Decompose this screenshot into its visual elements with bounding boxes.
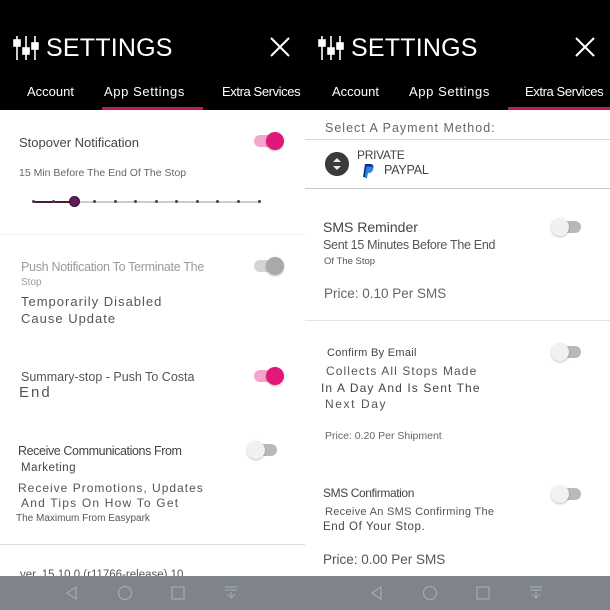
summary-stop-toggle[interactable] bbox=[254, 365, 284, 385]
tab-bar: Account App Settings Extra Services bbox=[305, 78, 610, 110]
slider-tick[interactable] bbox=[257, 200, 261, 203]
push-terminate-toggle[interactable] bbox=[254, 255, 284, 275]
sms-reminder-price: Price: 0.10 Per SMS bbox=[324, 286, 447, 301]
temporarily-disabled-note: Temporarily Disabled bbox=[21, 294, 163, 309]
sliders-icon bbox=[13, 36, 39, 60]
summary-stop-label-cont: End bbox=[19, 384, 52, 401]
slider-tick[interactable] bbox=[31, 200, 35, 203]
stopover-timing-label: 15 Min Before The End Of The Stop bbox=[19, 167, 187, 179]
sms-confirmation-description-cont: End Of Your Stop. bbox=[323, 521, 426, 533]
settings-header: SETTINGS Account App Settings Extra Serv… bbox=[0, 0, 305, 110]
section-divider bbox=[305, 188, 610, 189]
recents-icon[interactable] bbox=[474, 584, 492, 602]
push-terminate-label: Push Notification To Terminate The bbox=[21, 260, 204, 274]
slider-thumb[interactable] bbox=[68, 196, 80, 207]
page-title: SETTINGS bbox=[351, 33, 478, 62]
slider-tick[interactable] bbox=[236, 200, 240, 203]
stopover-notification-label: Stopover Notification bbox=[19, 135, 139, 150]
slider-tick[interactable] bbox=[134, 200, 138, 203]
confirm-email-description-end: Next Day bbox=[325, 397, 388, 411]
tab-account[interactable]: Account bbox=[332, 84, 379, 99]
tab-app-settings[interactable]: App Settings bbox=[409, 84, 490, 99]
sms-reminder-toggle[interactable] bbox=[551, 216, 583, 236]
confirm-email-toggle[interactable] bbox=[551, 341, 583, 361]
marketing-description-end: The Maximum From Easypark bbox=[16, 513, 150, 524]
slider-tick[interactable] bbox=[154, 200, 158, 203]
section-divider bbox=[0, 234, 305, 235]
confirm-email-description-cont: In A Day And Is Sent The bbox=[321, 381, 481, 395]
app-settings-list: Stopover Notification 15 Min Before The … bbox=[0, 110, 305, 581]
system-nav-bar bbox=[305, 576, 610, 610]
section-divider bbox=[305, 320, 610, 321]
page-title: SETTINGS bbox=[46, 33, 173, 62]
marketing-toggle[interactable] bbox=[247, 439, 279, 459]
recents-icon[interactable] bbox=[169, 584, 187, 602]
close-icon[interactable] bbox=[269, 36, 291, 58]
tab-extra-services[interactable]: Extra Services bbox=[222, 84, 301, 99]
paypal-icon bbox=[363, 164, 374, 178]
app-settings-screen: SETTINGS Account App Settings Extra Serv… bbox=[0, 0, 305, 610]
notification-pull-icon[interactable] bbox=[527, 584, 545, 602]
extra-services-list: Select A Payment Method: PRIVATE PAYPAL … bbox=[305, 110, 610, 576]
marketing-label-cont: Marketing bbox=[21, 462, 76, 474]
section-divider bbox=[305, 139, 610, 140]
sliders-icon bbox=[318, 36, 344, 60]
back-icon[interactable] bbox=[63, 584, 81, 602]
tab-app-settings[interactable]: App Settings bbox=[104, 84, 185, 99]
marketing-description-cont: And Tips On How To Get bbox=[21, 496, 180, 510]
slider-tick[interactable] bbox=[93, 200, 97, 203]
sms-confirmation-toggle[interactable] bbox=[551, 483, 583, 503]
marketing-description: Receive Promotions, Updates bbox=[18, 481, 204, 495]
extra-services-screen: SETTINGS Account App Settings Extra Serv… bbox=[305, 0, 610, 610]
tab-account[interactable]: Account bbox=[27, 84, 74, 99]
confirm-email-description: Collects All Stops Made bbox=[326, 364, 478, 378]
marketing-label: Receive Communications From bbox=[18, 444, 182, 458]
slider-tick[interactable] bbox=[175, 200, 179, 203]
sms-confirmation-description: Receive An SMS Confirming The bbox=[325, 506, 495, 518]
sms-reminder-description-cont: Of The Stop bbox=[324, 256, 376, 267]
push-terminate-label-cont: Stop bbox=[21, 277, 42, 288]
summary-stop-label: Summary-stop - Push To Costa bbox=[21, 370, 195, 384]
confirm-email-price: Price: 0.20 Per Shipment bbox=[325, 430, 442, 442]
payment-method-value: PAYPAL bbox=[384, 163, 429, 177]
system-nav-bar bbox=[0, 576, 305, 610]
settings-header: SETTINGS Account App Settings Extra Serv… bbox=[305, 0, 610, 110]
sms-confirmation-label: SMS Confirmation bbox=[323, 486, 414, 500]
sms-confirmation-price: Price: 0.00 Per SMS bbox=[323, 552, 446, 567]
up-down-icon bbox=[325, 152, 349, 176]
sms-reminder-label: SMS Reminder bbox=[323, 219, 418, 235]
notification-pull-icon[interactable] bbox=[222, 584, 240, 602]
sms-reminder-description: Sent 15 Minutes Before The End bbox=[323, 238, 496, 252]
payment-method-label: Select A Payment Method: bbox=[325, 121, 496, 135]
back-icon[interactable] bbox=[368, 584, 386, 602]
slider-tick[interactable] bbox=[113, 200, 117, 203]
tab-extra-services[interactable]: Extra Services bbox=[525, 84, 604, 99]
home-icon[interactable] bbox=[116, 584, 134, 602]
stopover-timing-slider[interactable] bbox=[31, 196, 261, 208]
slider-tick[interactable] bbox=[195, 200, 199, 203]
home-icon[interactable] bbox=[421, 584, 439, 602]
account-type: PRIVATE bbox=[357, 148, 405, 162]
tab-bar: Account App Settings Extra Services bbox=[0, 78, 305, 110]
slider-tick[interactable] bbox=[216, 200, 220, 203]
section-divider bbox=[0, 544, 305, 545]
close-icon[interactable] bbox=[574, 36, 596, 58]
confirm-email-label: Confirm By Email bbox=[327, 347, 417, 359]
stopover-notification-toggle[interactable] bbox=[254, 130, 284, 150]
temporarily-disabled-note-cont: Cause Update bbox=[21, 311, 117, 326]
